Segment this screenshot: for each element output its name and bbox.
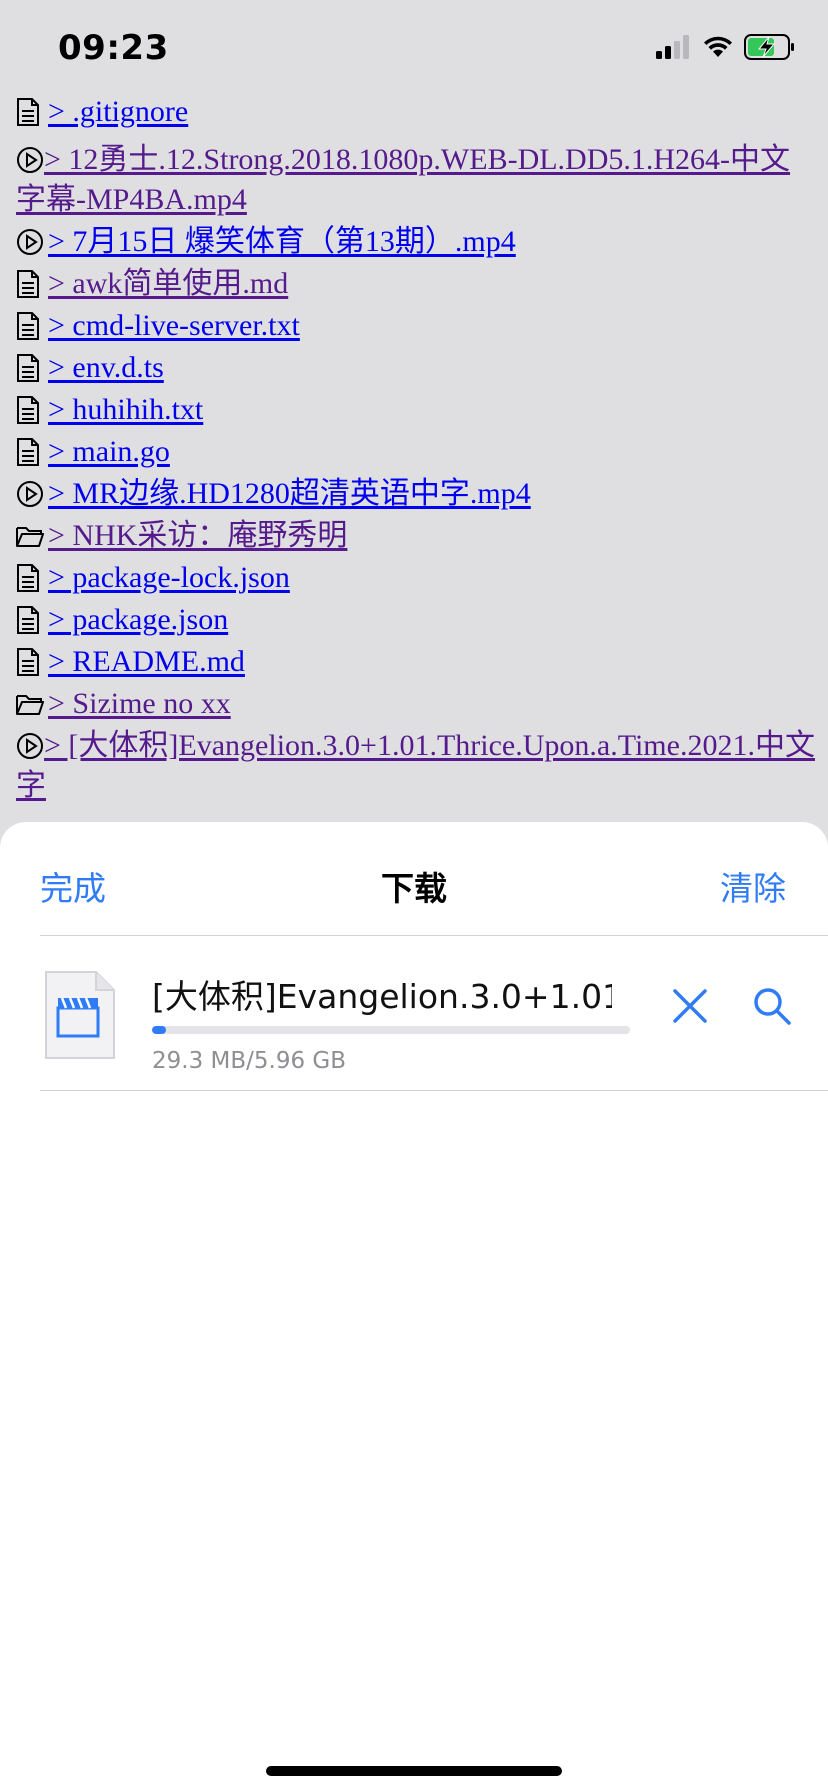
clear-button[interactable]: 清除 (720, 862, 786, 910)
file-link[interactable]: > README.md (48, 642, 245, 682)
download-progress-bar (152, 1026, 630, 1034)
divider (40, 1090, 828, 1091)
file-link[interactable]: > [大体积]Evangelion.3.0+1.01.Thrice.Upon.a… (16, 726, 816, 806)
downloads-sheet: 完成 下载 清除 [大体积]Evangelion.3.0+1.01.... 29… (0, 822, 828, 1792)
file-link[interactable]: > cmd-live-server.txt (48, 306, 300, 346)
list-item: > README.md (16, 642, 816, 684)
status-icons (656, 34, 796, 64)
play-icon (16, 726, 44, 766)
cancel-download-button[interactable] (672, 988, 708, 1028)
list-item: > cmd-live-server.txt (16, 306, 816, 348)
file-link[interactable]: > 12勇士.12.Strong.2018.1080p.WEB-DL.DD5.1… (16, 140, 816, 220)
file-link[interactable]: > huhihih.txt (48, 390, 203, 430)
home-indicator[interactable] (266, 1766, 562, 1776)
cellular-signal-icon (656, 35, 692, 63)
document-icon (16, 264, 44, 304)
list-item: > package.json (16, 600, 816, 642)
sheet-title: 下载 (381, 869, 447, 908)
download-size: 29.3 MB/5.96 GB (152, 1048, 347, 1074)
list-item: > 7月15日 爆笑体育（第13期）.mp4 (16, 222, 816, 264)
list-item: > main.go (16, 432, 816, 474)
folder-link[interactable]: > Sizime no xx (48, 684, 231, 724)
list-item: > Sizime no xx (16, 684, 816, 726)
play-icon (16, 140, 44, 180)
list-item: > MR边缘.HD1280超清英语中字.mp4 (16, 474, 816, 516)
search-icon[interactable] (752, 986, 792, 1030)
play-icon (16, 474, 44, 514)
file-link[interactable]: > main.go (48, 432, 170, 472)
document-icon (16, 348, 44, 388)
file-link[interactable]: > MR边缘.HD1280超清英语中字.mp4 (48, 474, 531, 514)
list-item: > .gitignore (16, 92, 816, 134)
list-item: > awk简单使用.md (16, 264, 816, 306)
file-link[interactable]: > env.d.ts (48, 348, 164, 388)
play-icon (16, 222, 44, 262)
folder-icon (16, 684, 44, 724)
list-item: > env.d.ts (16, 348, 816, 390)
document-icon (16, 600, 44, 640)
list-item: > NHK采访：庵野秀明 (16, 516, 816, 558)
file-link[interactable]: > awk简单使用.md (48, 264, 288, 304)
list-item: > 12勇士.12.Strong.2018.1080p.WEB-DL.DD5.1… (16, 140, 816, 220)
file-link[interactable]: > package-lock.json (48, 558, 290, 598)
file-link[interactable]: > .gitignore (48, 92, 188, 132)
list-item: > huhihih.txt (16, 390, 816, 432)
wifi-icon (702, 35, 734, 63)
file-link[interactable]: > 7月15日 爆笑体育（第13期）.mp4 (48, 222, 516, 262)
battery-charging-icon (744, 34, 796, 64)
status-bar: 09:23 (0, 0, 828, 88)
document-icon (16, 642, 44, 682)
document-icon (16, 92, 44, 132)
document-icon (16, 432, 44, 472)
folder-link[interactable]: > NHK采访：庵野秀明 (48, 516, 347, 556)
document-icon (16, 558, 44, 598)
file-link[interactable]: > package.json (48, 600, 228, 640)
list-item: > [大体积]Evangelion.3.0+1.01.Thrice.Upon.a… (16, 726, 816, 806)
document-icon (16, 390, 44, 430)
download-file-name: [大体积]Evangelion.3.0+1.01.... (152, 977, 612, 1016)
download-item[interactable]: [大体积]Evangelion.3.0+1.01.... 29.3 MB/5.9… (0, 936, 828, 1094)
document-icon (16, 306, 44, 346)
video-file-icon (44, 970, 116, 1064)
download-progress-fill (152, 1026, 167, 1034)
sheet-header: 完成 下载 清除 (0, 822, 828, 936)
status-time: 09:23 (58, 28, 169, 68)
file-listing: > .gitignore > 12勇士.12.Strong.2018.1080p… (16, 92, 816, 806)
folder-icon (16, 516, 44, 556)
list-item: > package-lock.json (16, 558, 816, 600)
